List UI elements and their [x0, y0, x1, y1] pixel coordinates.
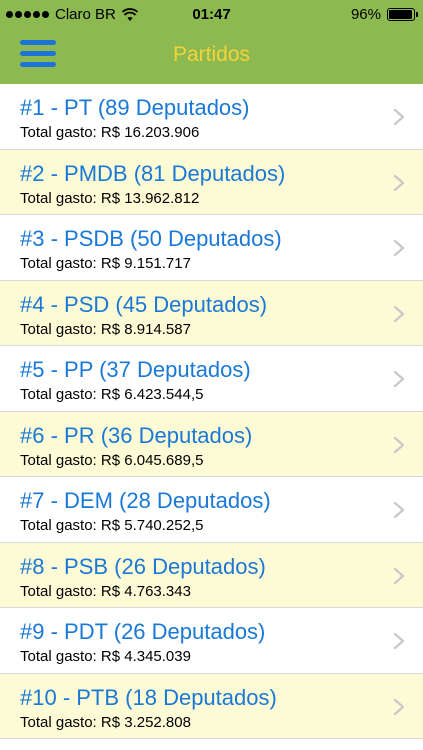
list-item[interactable]: #8 - PSB (26 Deputados) Total gasto: R$ 4… [0, 542, 423, 608]
page-title: Partidos [172, 43, 251, 66]
list-item[interactable]: #5 - PP (37 Deputados) Total gasto: R$ 6.… [0, 346, 423, 412]
chevron-right-icon [393, 501, 405, 519]
party-title: #5 - PP (37 Deputados) [20, 357, 251, 382]
status-bar: Claro BR 01:47 96% [0, 0, 423, 30]
chevron-right-icon [393, 239, 405, 257]
total-spent: Total gasto: R$ 13.962.812 [20, 189, 200, 207]
total-spent: Total gasto: R$ 4.763.343 [20, 582, 191, 600]
chevron-right-icon [393, 370, 405, 388]
party-title: #8 - PSB (26 Deputados) [20, 553, 266, 579]
list-item[interactable]: #2 - PMDB (81 Deputados) Total gasto: R$ … [0, 149, 423, 215]
total-spent: Total gasto: R$ 16.203.906 [20, 124, 200, 141]
list-item[interactable]: #9 - PDT (26 Deputados) Total gasto: R$ 4… [0, 608, 423, 674]
status-right: 96% [350, 6, 418, 23]
party-title: #10 - PTB (18 Deputados) [20, 684, 277, 710]
chevron-right-icon [393, 567, 405, 584]
party-title: #6 - PR (36 Deputados) [20, 422, 253, 448]
party-list: #1 - PT (89 Deputados) Total gasto: R$ 16… [0, 84, 423, 739]
battery-percentage: 96% [350, 6, 381, 23]
chevron-right-icon [393, 698, 405, 715]
party-title: #7 - DEM (28 Deputados) [20, 488, 271, 513]
chevron-right-icon [393, 305, 405, 322]
total-spent: Total gasto: R$ 4.345.039 [20, 648, 191, 665]
party-title: #3 - PSDB (50 Deputados) [20, 226, 282, 251]
chevron-right-icon [393, 108, 405, 126]
list-item[interactable]: #10 - PTB (18 Deputados) Total gasto: R$ … [0, 673, 423, 739]
list-item[interactable]: #7 - DEM (28 Deputados) Total gasto: R$ 5… [0, 477, 423, 543]
list-item[interactable]: #6 - PR (36 Deputados) Total gasto: R$ 6.… [0, 411, 423, 477]
party-title: #1 - PT (89 Deputados) [20, 95, 250, 120]
total-spent: Total gasto: R$ 3.252.808 [20, 713, 191, 731]
chevron-right-icon [393, 436, 405, 453]
battery-icon [387, 8, 418, 21]
chevron-right-icon [393, 632, 405, 650]
list-item[interactable]: #4 - PSD (45 Deputados) Total gasto: R$ 8… [0, 280, 423, 346]
party-title: #9 - PDT (26 Deputados) [20, 619, 266, 644]
list-item[interactable]: #1 - PT (89 Deputados) Total gasto: R$ 16… [0, 84, 423, 150]
navigation-bar: Partidos [0, 30, 423, 84]
party-title: #4 - PSD (45 Deputados) [20, 291, 268, 317]
chevron-right-icon [393, 174, 405, 191]
party-title: #2 - PMDB (81 Deputados) [20, 160, 286, 186]
total-spent: Total gasto: R$ 6.423.544,5 [20, 386, 204, 403]
total-spent: Total gasto: R$ 6.045.689,5 [20, 451, 204, 469]
list-item[interactable]: #3 - PSDB (50 Deputados) Total gasto: R$ … [0, 215, 423, 281]
total-spent: Total gasto: R$ 9.151.717 [20, 255, 191, 272]
battery-fill [389, 10, 412, 19]
total-spent: Total gasto: R$ 5.740.252,5 [20, 517, 204, 534]
total-spent: Total gasto: R$ 8.914.587 [20, 320, 191, 338]
